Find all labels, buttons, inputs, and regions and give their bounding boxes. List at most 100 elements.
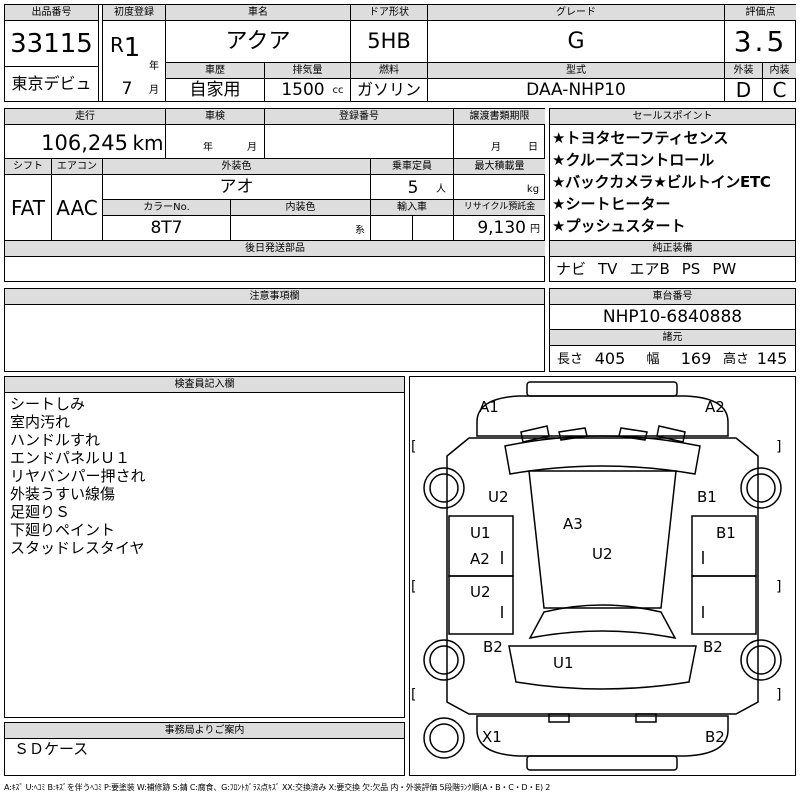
score-label: 評価点: [725, 5, 796, 20]
length: 405: [594, 349, 626, 368]
transfer-label: 譲渡書類期限: [454, 109, 545, 124]
recycle-unit: 円: [530, 224, 540, 235]
aircon: AAC: [56, 195, 98, 220]
equipment-label: 純正装備: [550, 241, 795, 256]
venue: 東京デビュ: [11, 74, 92, 93]
transfer-month-unit: 月: [491, 142, 501, 153]
ac-label: エアコン: [52, 159, 102, 174]
width-label: 幅: [646, 351, 660, 367]
shift: FAT: [10, 195, 45, 220]
chassis-number: NHP10-6840888: [602, 306, 743, 327]
door-label: ドア形状: [351, 5, 427, 20]
bracket-mark: [: [411, 579, 417, 595]
damage-mark: U1: [553, 654, 574, 672]
int-score: C: [772, 79, 787, 101]
inspector-note: エンドパネルＵ１: [10, 449, 131, 467]
bracket-mark: [: [411, 439, 417, 455]
damage-mark: U2: [488, 488, 509, 506]
lot-number: 33115: [10, 29, 93, 59]
bracket-mark: ]: [776, 439, 782, 455]
equipment-item: PW: [712, 259, 737, 278]
sales-points-list: ★トヨタセーフティセンス ★クルーズコントロール ★バックカメラ★ビルトインET…: [552, 127, 794, 237]
inspector-note: 下廻りペイント: [10, 521, 116, 539]
damage-mark: A2: [705, 398, 725, 416]
history-label: 車歴: [166, 63, 264, 78]
dims-label: 諸元: [550, 330, 795, 345]
bracket-mark: ]: [776, 687, 782, 703]
type-label: 型式: [428, 63, 724, 78]
damage-mark: U2: [470, 583, 491, 601]
width: 169: [680, 349, 712, 368]
damage-mark: A2: [470, 550, 490, 568]
score: 3.5: [733, 24, 788, 58]
office-label: 事務局よりご案内: [5, 723, 404, 738]
notes-label: 注意事項欄: [5, 289, 544, 304]
inspector-note: 足廻りＳ: [10, 503, 71, 521]
sales-label: セールスポイント: [550, 109, 795, 124]
inspector-note: 外装うすい線傷: [10, 485, 116, 503]
length-label: 長さ: [556, 351, 583, 367]
damage-mark: B2: [705, 728, 725, 746]
color-label: 外装色: [103, 159, 370, 174]
sales-point: ★シートヒーター: [552, 195, 671, 213]
import-label: 輸入車: [371, 200, 453, 215]
recycle-fee: 9,130: [477, 217, 526, 238]
bracket-mark: ]: [776, 579, 782, 595]
height-label: 高さ: [722, 351, 749, 367]
capacity: 5: [407, 177, 419, 198]
recycle-label: リサイクル預託金: [454, 200, 545, 215]
inspector-note: ハンドルすれ: [10, 431, 101, 449]
month-unit: 月: [149, 85, 159, 96]
sales-point: ★クルーズコントロール: [552, 151, 715, 169]
year-unit: 年: [149, 61, 159, 72]
damage-mark: B1: [697, 488, 717, 506]
load-unit: kg: [526, 184, 540, 195]
lot-label: 出品番号: [5, 5, 98, 20]
mileage-unit: km: [132, 131, 164, 155]
inspect-month-unit: 月: [247, 142, 257, 153]
damage-mark: U2: [592, 545, 613, 563]
damage-mark: A3: [563, 515, 583, 533]
fuel: ガソリン: [356, 80, 421, 99]
inspect-label: 車検: [166, 109, 264, 124]
model-name: アクア: [225, 28, 291, 54]
reg-label: 初度登録: [103, 5, 165, 20]
colorno-label: カラーNo.: [103, 200, 230, 215]
inspector-note: スタッドレスタイヤ: [10, 539, 145, 557]
fuel-label: 燃料: [351, 63, 427, 78]
grade: G: [567, 28, 585, 54]
ext-label: 外装: [725, 63, 762, 78]
reg-year: 1: [123, 33, 141, 63]
damage-mark: B2: [703, 638, 723, 656]
displacement: 1500: [281, 79, 325, 100]
damage-mark: B1: [716, 524, 736, 542]
grade-label: グレード: [428, 5, 724, 20]
load-label: 最大積載量: [454, 159, 545, 174]
ext-color: アオ: [219, 177, 254, 197]
sales-point: ★プッシュスタート: [552, 217, 686, 235]
later-parts-label: 後日発送部品: [5, 241, 545, 256]
shift-label: シフト: [5, 159, 51, 174]
inspector-label: 検査員記入欄: [5, 377, 404, 392]
sales-point: ★バックカメラ★ビルトインETC: [552, 173, 771, 191]
mileage: 106,245: [41, 130, 128, 155]
legend: A:ｷｽﾞ U:ﾍｺﾐ B:ｷｽﾞを伴うﾍｺﾐ P:要塗装 W:補修跡 S:錆 …: [4, 783, 551, 792]
intcolor-unit: 系: [355, 225, 365, 236]
equipment-list: ナビ TV エアB PS PW: [556, 258, 794, 280]
damage-mark: X1: [482, 728, 502, 746]
disp-unit: cc: [332, 85, 344, 96]
inspector-note: 室内汚れ: [10, 413, 71, 431]
height: 145: [756, 349, 788, 368]
equipment-item: ナビ: [556, 259, 587, 278]
capacity-label: 乗車定員: [371, 159, 453, 174]
damage-mark: B2: [483, 638, 503, 656]
equipment-item: PS: [681, 259, 701, 278]
chassis-label: 車台番号: [550, 289, 795, 304]
capacity-unit: 人: [436, 184, 446, 195]
inspector-note: リヤバンパー押され: [10, 467, 146, 485]
damage-mark: A1: [479, 398, 499, 416]
bracket-mark: [: [411, 687, 417, 703]
mileage-label: 走行: [5, 109, 165, 124]
damage-mark: U1: [470, 524, 491, 542]
color-number: 8T7: [150, 217, 183, 238]
